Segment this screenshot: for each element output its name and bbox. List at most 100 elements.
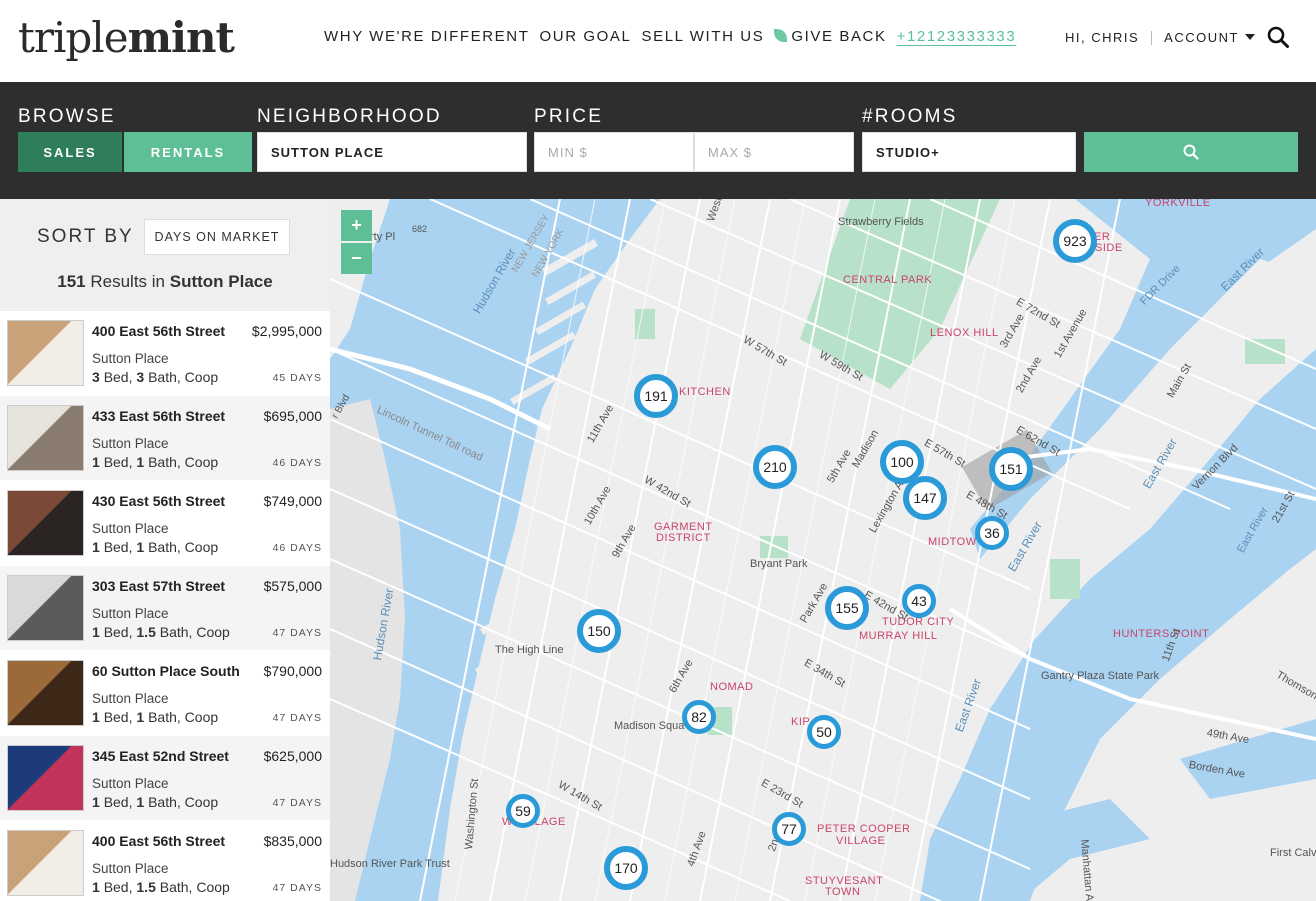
listing-cluster[interactable]: 151 xyxy=(989,447,1033,491)
divider xyxy=(1151,30,1153,45)
listing-cluster[interactable]: 82 xyxy=(682,700,716,734)
days-on-market: 47 DAYS xyxy=(272,627,322,639)
map-label-central-park: CENTRAL PARK xyxy=(843,274,933,286)
cluster-count: 170 xyxy=(614,860,638,876)
cluster-count: 77 xyxy=(781,821,797,837)
listing-type: Coop xyxy=(196,624,230,640)
listing-address[interactable]: 303 East 57th Street xyxy=(92,578,225,594)
map-label-peter-cooper: PETER COOPER xyxy=(817,823,911,835)
rooms-input[interactable]: STUDIO+ xyxy=(862,132,1076,172)
nav-why-different[interactable]: WHY WE'RE DIFFERENT xyxy=(324,28,530,45)
listing-type: Coop xyxy=(184,454,219,470)
caret-down-icon xyxy=(1244,34,1255,40)
listing-address[interactable]: 433 East 56th Street xyxy=(92,408,225,424)
bath-label: Bath, xyxy=(148,454,181,470)
neighborhood-input[interactable]: SUTTON PLACE xyxy=(257,132,527,172)
listing-photo[interactable] xyxy=(7,320,84,386)
listing-address[interactable]: 345 East 52nd Street xyxy=(92,748,229,764)
listing-address[interactable]: 60 Sutton Place South xyxy=(92,663,240,679)
listing-photo[interactable] xyxy=(7,490,84,556)
listing-neighborhood: Sutton Place xyxy=(92,521,169,536)
map-label-kitchen: KITCHEN xyxy=(679,386,731,398)
listing-photo[interactable] xyxy=(7,405,84,471)
listing-neighborhood: Sutton Place xyxy=(92,436,169,451)
max-price-input[interactable]: MAX $ xyxy=(694,132,854,172)
listing-photo[interactable] xyxy=(7,660,84,726)
nav-give-back[interactable]: GIVE BACK xyxy=(774,28,886,45)
listing-list: 400 East 56th Street $2,995,000 Sutton Pla… xyxy=(0,311,330,901)
bath-count: 1 xyxy=(136,794,145,810)
listing-cluster[interactable]: 59 xyxy=(506,794,540,828)
listing-cluster[interactable]: 50 xyxy=(807,715,841,749)
listing-address[interactable]: 400 East 56th Street xyxy=(92,323,225,339)
listing-cluster[interactable]: 43 xyxy=(902,584,936,618)
bed-label: Bed, xyxy=(103,539,133,555)
cluster-count: 82 xyxy=(691,709,707,725)
listing-price: $625,000 xyxy=(263,748,322,764)
account-label: ACCOUNT xyxy=(1164,30,1239,45)
cluster-count: 191 xyxy=(644,388,668,404)
results-summary: 151 Results in Sutton Place xyxy=(0,272,330,292)
result-count: 151 xyxy=(57,272,86,291)
map-label-first-calv: First Calv xyxy=(1270,847,1316,859)
nav-our-goal[interactable]: OUR GOAL xyxy=(540,28,632,45)
listing-cluster[interactable]: 150 xyxy=(577,609,621,653)
listing-type: Coop xyxy=(184,539,219,555)
listing-item[interactable]: 430 East 56th Street $749,000 Sutton Place… xyxy=(0,481,330,566)
listing-cluster[interactable]: 191 xyxy=(634,374,678,418)
days-on-market: 47 DAYS xyxy=(272,797,322,809)
min-price-input[interactable]: MIN $ xyxy=(534,132,694,172)
search-icon[interactable] xyxy=(1267,26,1289,48)
bath-count: 1 xyxy=(136,454,145,470)
neighborhood-label: NEIGHBORHOOD xyxy=(257,106,442,127)
zoom-in-button[interactable]: + xyxy=(341,210,372,241)
rentals-tab[interactable]: RENTALS xyxy=(124,132,252,172)
bed-count: 1 xyxy=(92,879,100,895)
listing-cluster[interactable]: 36 xyxy=(975,516,1009,550)
listing-item[interactable]: 60 Sutton Place South $790,000 Sutton Plac… xyxy=(0,651,330,736)
listing-address[interactable]: 430 East 56th Street xyxy=(92,493,225,509)
listing-cluster[interactable]: 210 xyxy=(753,445,797,489)
bath-label: Bath, xyxy=(148,709,181,725)
days-on-market: 47 DAYS xyxy=(272,882,322,894)
map-label-nomad: NOMAD xyxy=(710,681,754,693)
listing-item[interactable]: 433 East 56th Street $695,000 Sutton Place… xyxy=(0,396,330,481)
listing-price: $790,000 xyxy=(263,663,322,679)
map[interactable]: Strawberry Fields CENTRAL PARK LENOX HILL K… xyxy=(330,199,1316,901)
sales-tab[interactable]: SALES xyxy=(18,132,122,172)
listing-cluster[interactable]: 77 xyxy=(772,812,806,846)
park-patch-3 xyxy=(1050,559,1080,599)
bed-count: 3 xyxy=(92,369,100,385)
top-header: triplemint WHY WE'RE DIFFERENT OUR GOAL … xyxy=(0,0,1316,82)
listing-item[interactable]: 400 East 56th Street $2,995,000 Sutton Pla… xyxy=(0,311,330,396)
nav-sell-with-us[interactable]: SELL WITH US xyxy=(641,28,764,45)
listing-cluster[interactable]: 923 xyxy=(1053,219,1097,263)
listing-item[interactable]: 400 East 56th Street $835,000 Sutton Place… xyxy=(0,821,330,901)
listing-photo[interactable] xyxy=(7,830,84,896)
price-label: PRICE xyxy=(534,106,604,127)
days-on-market: 47 DAYS xyxy=(272,712,322,724)
map-label-hudson-trust: Hudson River Park Trust xyxy=(330,858,450,870)
account-dropdown[interactable]: ACCOUNT xyxy=(1164,30,1255,45)
listing-address[interactable]: 400 East 56th Street xyxy=(92,833,225,849)
listing-item[interactable]: 345 East 52nd Street $625,000 Sutton Place… xyxy=(0,736,330,821)
listing-photo[interactable] xyxy=(7,575,84,641)
listing-details: 1 Bed, 1 Bath, Coop xyxy=(92,539,218,555)
sort-dropdown[interactable]: DAYS ON MARKET xyxy=(144,219,290,255)
listing-photo[interactable] xyxy=(7,745,84,811)
bed-label: Bed, xyxy=(103,709,133,725)
listing-item[interactable]: 303 East 57th Street $575,000 Sutton Place… xyxy=(0,566,330,651)
listing-price: $835,000 xyxy=(263,833,322,849)
cluster-count: 59 xyxy=(515,803,531,819)
listing-cluster[interactable]: 147 xyxy=(903,476,947,520)
cluster-count: 147 xyxy=(913,490,937,506)
phone-link[interactable]: +12123333333 xyxy=(897,28,1017,45)
triplemint-logo[interactable]: triplemint xyxy=(18,10,235,66)
search-button[interactable] xyxy=(1084,132,1298,172)
listing-cluster[interactable]: 155 xyxy=(825,586,869,630)
user-menu: HI, CHRIS ACCOUNT xyxy=(1065,30,1255,45)
listing-cluster[interactable]: 170 xyxy=(604,846,648,890)
zoom-out-button[interactable]: − xyxy=(341,243,372,274)
bed-count: 1 xyxy=(92,539,100,555)
map-label-gantry: Gantry Plaza State Park xyxy=(1041,670,1159,682)
